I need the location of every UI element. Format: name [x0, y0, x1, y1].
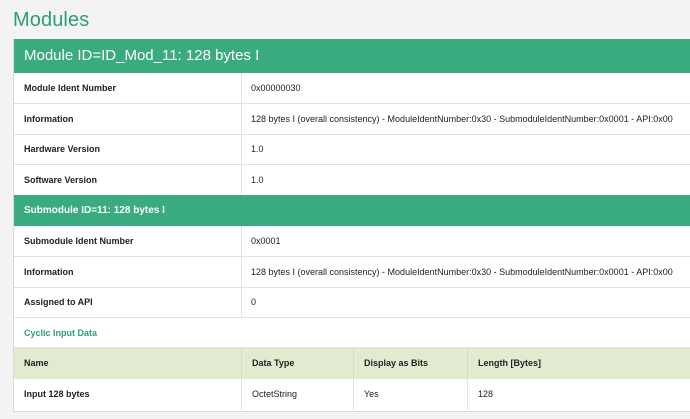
- row-value: 128 bytes I (overall consistency) - Modu…: [251, 267, 673, 277]
- submodule-row-information: Information 128 bytes I (overall consist…: [14, 257, 690, 288]
- row-value: 0x00000030: [251, 83, 301, 93]
- row-value: 128 bytes I (overall consistency) - Modu…: [251, 114, 673, 124]
- row-value: 0: [251, 297, 257, 307]
- row-label: Information: [14, 104, 242, 134]
- row-label: Assigned to API: [14, 287, 242, 317]
- row-value: 1.0: [251, 144, 264, 154]
- module-row-ident-number: Module Ident Number 0x00000030: [14, 73, 690, 104]
- submodule-header: Submodule ID=11: 128 bytes I: [14, 195, 690, 226]
- cyclic-input-table-header: Name Data Type Display as Bits Length [B…: [14, 348, 690, 379]
- module-row-information: Information 128 bytes I (overall consist…: [14, 104, 690, 135]
- row-label: Software Version: [14, 165, 242, 195]
- cell-display-bits: Yes: [354, 379, 468, 410]
- column-header-display-bits: Display as Bits: [354, 348, 468, 379]
- module-row-hardware-version: Hardware Version 1.0: [14, 134, 690, 165]
- page-title: Modules: [13, 9, 90, 31]
- cell-data-type: OctetString: [242, 379, 354, 410]
- column-header-length: Length [Bytes]: [478, 358, 541, 368]
- row-label: Hardware Version: [14, 134, 242, 164]
- row-value: 1.0: [251, 175, 264, 185]
- submodule-row-ident-number: Submodule Ident Number 0x0001: [14, 226, 690, 257]
- row-value: 0x0001: [251, 236, 281, 246]
- cyclic-input-label: Cyclic Input Data: [14, 318, 690, 348]
- row-label: Module Ident Number: [14, 73, 242, 103]
- column-header-data-type: Data Type: [242, 348, 354, 379]
- module-row-software-version: Software Version 1.0: [14, 165, 690, 196]
- submodule-row-assigned-api: Assigned to API 0: [14, 287, 690, 318]
- cell-length: 128: [478, 389, 494, 399]
- column-header-name: Name: [14, 348, 242, 379]
- cell-name: Input 128 bytes: [14, 379, 242, 410]
- row-label: Information: [14, 257, 242, 287]
- module-panel: Module ID=ID_Mod_11: 128 bytes I Module …: [13, 39, 690, 412]
- module-header: Module ID=ID_Mod_11: 128 bytes I: [14, 39, 690, 73]
- table-row: Input 128 bytes OctetString Yes 128: [14, 379, 690, 410]
- row-label: Submodule Ident Number: [14, 226, 242, 256]
